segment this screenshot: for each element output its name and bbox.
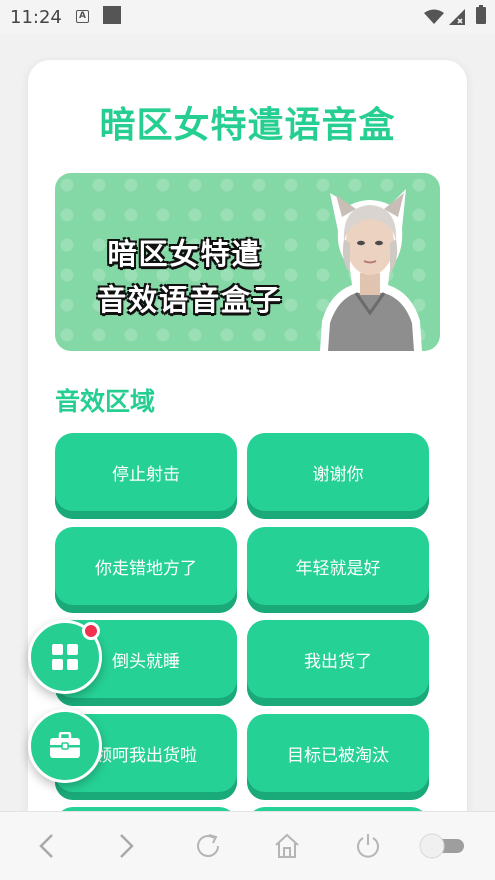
grid-menu-fab[interactable] (28, 620, 102, 694)
sound-button[interactable]: 年轻就是好 (247, 527, 429, 613)
power-icon[interactable] (354, 832, 382, 860)
sound-button[interactable]: 停止射击 (55, 433, 237, 519)
sound-button[interactable]: 目标已被淘汰 (247, 714, 429, 800)
notification-badge (82, 622, 100, 640)
sound-button[interactable]: 谢谢你 (247, 433, 429, 519)
toolbox-fab[interactable] (28, 709, 102, 783)
character-illustration (320, 189, 422, 351)
refresh-icon[interactable] (194, 832, 222, 860)
back-icon[interactable] (36, 832, 58, 860)
sound-button[interactable]: 你走错地方了 (55, 527, 237, 613)
app-title: 暗区女特遣语音盒 (99, 105, 396, 146)
toggle-switch[interactable] (418, 832, 468, 860)
status-time: 11:24 (10, 7, 62, 28)
grid-icon (52, 644, 78, 670)
status-bar: 11:24 A (0, 0, 495, 34)
notification-square-icon (103, 6, 121, 24)
forward-icon[interactable] (115, 832, 137, 860)
banner-image[interactable]: 暗区女特遣 音效语音盒子 (55, 173, 440, 351)
banner-line-1: 暗区女特遣 (107, 237, 263, 271)
bottom-navigation-bar (0, 811, 495, 880)
battery-icon (476, 5, 486, 24)
home-icon[interactable] (273, 832, 301, 860)
sound-button[interactable]: 我出货了 (247, 620, 429, 706)
wifi-icon (424, 9, 444, 24)
signal-icon (449, 9, 465, 25)
notification-a-icon: A (76, 10, 89, 23)
banner-line-2: 音效语音盒子 (96, 283, 283, 317)
section-title: 音效区域 (55, 387, 156, 416)
toolbox-icon (50, 732, 80, 758)
